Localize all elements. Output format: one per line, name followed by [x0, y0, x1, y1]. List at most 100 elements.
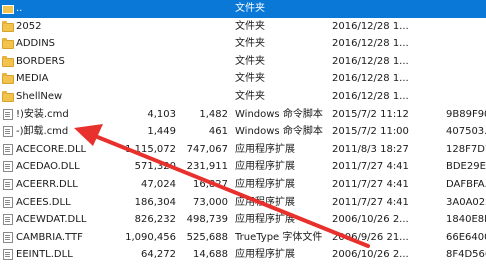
crc32: 66E6400B — [446, 231, 486, 243]
file-name: CAMBRIA.TTF — [16, 231, 83, 243]
file-name: ShellNew — [16, 91, 63, 102]
packed-size: 747,067 — [186, 143, 228, 155]
dll-file-icon — [2, 161, 14, 173]
file-row[interactable]: 2052 文件夹 2016/12/28 1... — [0, 18, 486, 36]
file-name: ACEERR.DLL — [16, 179, 78, 190]
file-type: 应用程序扩展 — [235, 161, 295, 173]
packed-size: 1,482 — [199, 108, 228, 120]
file-type: 文件夹 — [235, 38, 265, 50]
packed-size — [178, 70, 228, 88]
modified-date: 2015/7/2 11:12 — [332, 108, 409, 120]
modified-date: 2016/12/28 1... — [332, 73, 409, 85]
file-type: 文件夹 — [235, 20, 265, 32]
file-name: !)安装.cmd — [16, 108, 69, 120]
file-size: 571,320 — [134, 161, 176, 173]
packed-size: 73,000 — [193, 196, 228, 208]
file-size: 64,272 — [141, 249, 176, 261]
crc32 — [446, 70, 486, 88]
file-name: 2052 — [16, 20, 42, 32]
modified-date: 2016/12/28 1... — [332, 55, 409, 67]
file-size — [124, 35, 176, 53]
ttf-file-icon — [2, 231, 14, 243]
file-row[interactable]: ACECORE.DLL 1,115,072 747,067 应用程序扩展 2011/8/… — [0, 141, 486, 159]
crc32: DAFBFA... — [446, 179, 486, 190]
packed-size — [178, 53, 228, 71]
file-row[interactable]: ACEDAO.DLL 571,320 231,911 应用程序扩展 2011/7/27 … — [0, 158, 486, 176]
file-row[interactable]: BORDERS 文件夹 2016/12/28 1... — [0, 53, 486, 71]
modified-date: 2015/7/2 11:00 — [332, 126, 409, 138]
dll-file-icon — [2, 143, 14, 155]
file-size: 47,024 — [141, 179, 176, 190]
file-size — [124, 18, 176, 36]
file-size: 186,304 — [134, 196, 176, 208]
dll-file-icon — [2, 249, 14, 261]
crc32: 407503... — [446, 126, 486, 138]
file-row[interactable]: ACEERR.DLL 47,024 16,827 应用程序扩展 2011/7/27 4:… — [0, 176, 486, 194]
file-row[interactable]: ACEWDAT.DLL 826,232 498,739 应用程序扩展 2006/10/2… — [0, 211, 486, 229]
modified-date: 2006/10/26 2... — [332, 214, 409, 226]
cmd-file-icon — [2, 126, 14, 138]
crc32: BDE29E... — [446, 161, 486, 173]
file-row[interactable]: CAMBRIA.TTF 1,090,456 525,688 TrueType 字体文件… — [0, 229, 486, 247]
file-type: Windows 命令脚本 — [235, 108, 323, 120]
modified-date: 2016/12/28 1... — [332, 91, 409, 102]
crc32 — [446, 53, 486, 71]
file-name: -)卸载.cmd — [16, 126, 69, 138]
dll-file-icon — [2, 196, 14, 208]
packed-size: 16,827 — [193, 179, 228, 190]
file-name: ACECORE.DLL — [16, 143, 87, 155]
file-size — [124, 70, 176, 88]
file-size: 1,090,456 — [125, 231, 176, 243]
file-type: 文件夹 — [235, 91, 265, 102]
file-name: MEDIA — [16, 73, 49, 85]
crc32 — [446, 0, 486, 18]
file-name: EEINTL.DLL — [16, 249, 73, 261]
file-name: ADDINS — [16, 38, 56, 50]
crc32 — [446, 18, 486, 36]
file-row[interactable]: EEINTL.DLL 64,272 14,688 应用程序扩展 2006/10/26 2… — [0, 246, 486, 264]
file-type: 文件夹 — [235, 3, 265, 14]
crc32: 8F4D5669 — [446, 249, 486, 261]
file-row[interactable]: ACEES.DLL 186,304 73,000 应用程序扩展 2011/7/27 4:… — [0, 194, 486, 212]
crc32: 128F7D7C — [446, 143, 486, 155]
file-type: TrueType 字体文件 — [235, 231, 323, 243]
up-folder-icon — [2, 3, 14, 14]
file-list: .. 文件夹 2052 文件夹 2016/12/28 1... ADDINS 文件夹 2016… — [0, 0, 486, 263]
file-row[interactable]: -)卸载.cmd 1,449 461 Windows 命令脚本 2015/7/2 11:… — [0, 123, 486, 141]
crc32 — [446, 88, 486, 106]
file-type: 文件夹 — [235, 73, 265, 85]
crc32: 9B89F900 — [446, 108, 486, 120]
modified-date: 2011/7/27 4:41 — [332, 161, 409, 173]
folder-icon — [2, 55, 14, 67]
packed-size: 461 — [208, 126, 228, 138]
cmd-file-icon — [2, 108, 14, 120]
file-row[interactable]: MEDIA 文件夹 2016/12/28 1... — [0, 70, 486, 88]
file-row[interactable]: .. 文件夹 — [0, 0, 486, 18]
crc32: 1840E8D1 — [446, 214, 486, 226]
modified-date: 2011/7/27 4:41 — [332, 196, 409, 208]
file-size: 4,103 — [147, 108, 176, 120]
file-row[interactable]: ADDINS 文件夹 2016/12/28 1... — [0, 35, 486, 53]
file-type: 文件夹 — [235, 55, 265, 67]
modified-date: 2016/12/28 1... — [332, 20, 409, 32]
file-row[interactable]: ShellNew 文件夹 2016/12/28 1... — [0, 88, 486, 106]
folder-icon — [2, 73, 14, 85]
modified-date: 2016/12/28 1... — [332, 38, 409, 50]
file-name: ACEDAO.DLL — [16, 161, 80, 173]
packed-size: 525,688 — [186, 231, 228, 243]
modified-date: 2006/9/26 21... — [332, 231, 409, 243]
folder-icon — [2, 91, 14, 102]
modified-date — [332, 0, 442, 18]
file-size: 826,232 — [134, 214, 176, 226]
file-name: BORDERS — [16, 55, 65, 67]
modified-date: 2011/7/27 4:41 — [332, 179, 409, 190]
packed-size: 14,688 — [193, 249, 228, 261]
crc32: 3A0A0227 — [446, 196, 486, 208]
packed-size — [178, 35, 228, 53]
file-row[interactable]: !)安装.cmd 4,103 1,482 Windows 命令脚本 2015/7/2 1… — [0, 106, 486, 124]
file-size: 1,449 — [147, 126, 176, 138]
file-type: 应用程序扩展 — [235, 143, 295, 155]
packed-size: 498,739 — [186, 214, 228, 226]
modified-date: 2006/10/26 2... — [332, 249, 409, 261]
file-type: Windows 命令脚本 — [235, 126, 323, 138]
